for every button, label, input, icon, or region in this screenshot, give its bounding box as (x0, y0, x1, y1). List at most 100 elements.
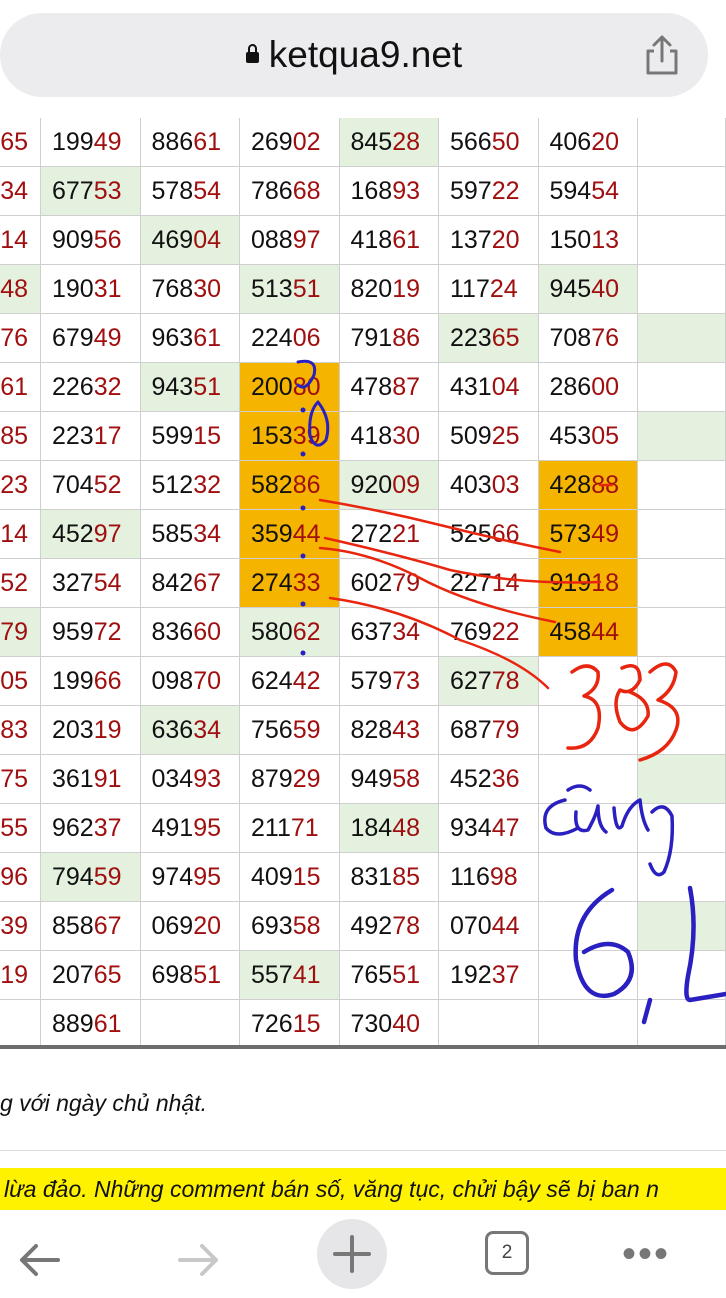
cell-tail-digits: 58 (292, 911, 321, 940)
table-cell: 190 31 (41, 265, 141, 314)
table-cell: 200 80 (240, 363, 340, 412)
more-options-icon[interactable]: ••• (622, 1232, 670, 1277)
cell-tail-digits: 20 (193, 911, 222, 940)
tabs-button[interactable]: 2 (485, 1231, 529, 1275)
table-cell: 786 68 (240, 167, 340, 216)
table-edge-cell (638, 363, 726, 412)
table-cell: 637 34 (339, 608, 439, 657)
table-cell: 116 98 (439, 853, 539, 902)
table-cell: 211 71 (240, 804, 340, 853)
cell-tail-digits: 40 (591, 274, 620, 303)
table-cell: 962 37 (41, 804, 141, 853)
cell-tail-digits: 53 (93, 176, 122, 205)
forward-arrow-icon[interactable] (170, 1232, 226, 1288)
table-edge-cell (638, 265, 726, 314)
cell-tail-digits: 65 (0, 127, 28, 156)
cell-tail-digits: 97 (292, 225, 321, 254)
table-cell: 428 88 (538, 461, 638, 510)
cell-head-digits: 962 (52, 813, 94, 842)
cell-head-digits: 199 (52, 666, 94, 695)
cell-head-digits: 963 (151, 323, 194, 352)
cell-tail-digits: 61 (193, 127, 222, 156)
cell-head-digits: 226 (52, 372, 94, 401)
cell-head-digits: 286 (549, 372, 592, 401)
table-cell: 223 65 (439, 314, 539, 363)
table-cell: 704 52 (41, 461, 141, 510)
cell-tail-digits: 20 (591, 127, 620, 156)
cell-tail-digits: 95 (193, 862, 222, 891)
table-cell: 791 86 (339, 314, 439, 363)
cell-tail-digits: 88 (591, 470, 620, 499)
cell-head-digits: 116 (450, 862, 490, 891)
table-cell: 269 02 (240, 118, 340, 167)
address-bar-text[interactable]: ketqua9.net (0, 13, 708, 97)
cell-tail-digits: 41 (292, 960, 321, 989)
table-left-edge-cell: 61 (0, 363, 41, 412)
cell-tail-digits: 71 (290, 813, 319, 842)
cell-tail-digits: 86 (392, 323, 421, 352)
table-cell: 491 95 (140, 804, 240, 853)
cell-tail-digits: 67 (93, 911, 122, 940)
cell-tail-digits: 76 (591, 323, 620, 352)
cell-tail-digits: 61 (392, 225, 421, 254)
table-cell: 845 28 (339, 118, 439, 167)
cell-tail-digits: 34 (392, 617, 421, 646)
cell-head-digits: 361 (52, 764, 94, 793)
table-cell: 199 49 (41, 118, 141, 167)
table-cell: 624 42 (240, 657, 340, 706)
table-cell: 909 56 (41, 216, 141, 265)
cell-head-digits: 820 (350, 274, 393, 303)
table-cell (141, 1000, 240, 1048)
cell-tail-digits: 52 (0, 568, 28, 597)
cell-head-digits: 458 (549, 617, 592, 646)
cell-head-digits: 491 (151, 813, 194, 842)
back-arrow-icon[interactable] (12, 1232, 68, 1288)
table-cell: 469 04 (140, 216, 240, 265)
cell-tail-digits: 44 (491, 911, 520, 940)
cell-tail-digits: 25 (491, 421, 520, 450)
cell-tail-digits: 52 (93, 470, 122, 499)
table-cell (538, 755, 638, 804)
cell-tail-digits: 51 (193, 372, 222, 401)
cell-tail-digits: 54 (193, 176, 222, 205)
table-cell: 286 00 (538, 363, 638, 412)
cell-head-digits: 192 (450, 960, 492, 989)
new-tab-button[interactable] (317, 1219, 387, 1289)
table-cell: 582 86 (240, 461, 340, 510)
cell-head-digits: 117 (450, 274, 490, 303)
cell-tail-digits: 44 (292, 519, 321, 548)
table-left-edge-cell: 05 (0, 657, 41, 706)
cell-head-digits: 566 (450, 127, 492, 156)
table-edge-cell (638, 853, 726, 902)
table-cell: 765 51 (339, 951, 439, 1000)
cell-head-digits: 274 (251, 568, 293, 597)
cell-head-digits: 580 (251, 617, 293, 646)
table-cell: 566 50 (439, 118, 539, 167)
cell-head-digits: 223 (52, 421, 94, 450)
table-edge-cell (638, 510, 726, 559)
cell-head-digits: 585 (151, 519, 194, 548)
cell-tail-digits: 49 (93, 323, 122, 352)
cell-head-digits: 409 (251, 862, 293, 891)
table-cell: 509 25 (439, 412, 539, 461)
cell-head-digits: 513 (251, 274, 293, 303)
cell-head-digits: 597 (450, 176, 492, 205)
table-cell (439, 1000, 539, 1048)
cell-tail-digits: 78 (491, 666, 520, 695)
cell-tail-digits: 85 (392, 862, 421, 891)
table-cell: 820 19 (339, 265, 439, 314)
table-left-edge-cell: 79 (0, 608, 41, 657)
cell-tail-digits: 09 (392, 470, 421, 499)
table-cell: 945 40 (538, 265, 638, 314)
cell-tail-digits: 06 (292, 323, 321, 352)
table-cell: 327 54 (41, 559, 141, 608)
table-cell: 602 79 (339, 559, 439, 608)
cell-head-digits: 708 (549, 323, 592, 352)
separator-line (0, 1150, 726, 1151)
cell-tail-digits: 03 (491, 470, 520, 499)
cell-tail-digits: 32 (93, 372, 122, 401)
cell-tail-digits: 60 (193, 617, 222, 646)
share-icon[interactable] (640, 33, 684, 77)
cell-tail-digits: 79 (491, 715, 520, 744)
cell-head-digits: 959 (52, 617, 94, 646)
